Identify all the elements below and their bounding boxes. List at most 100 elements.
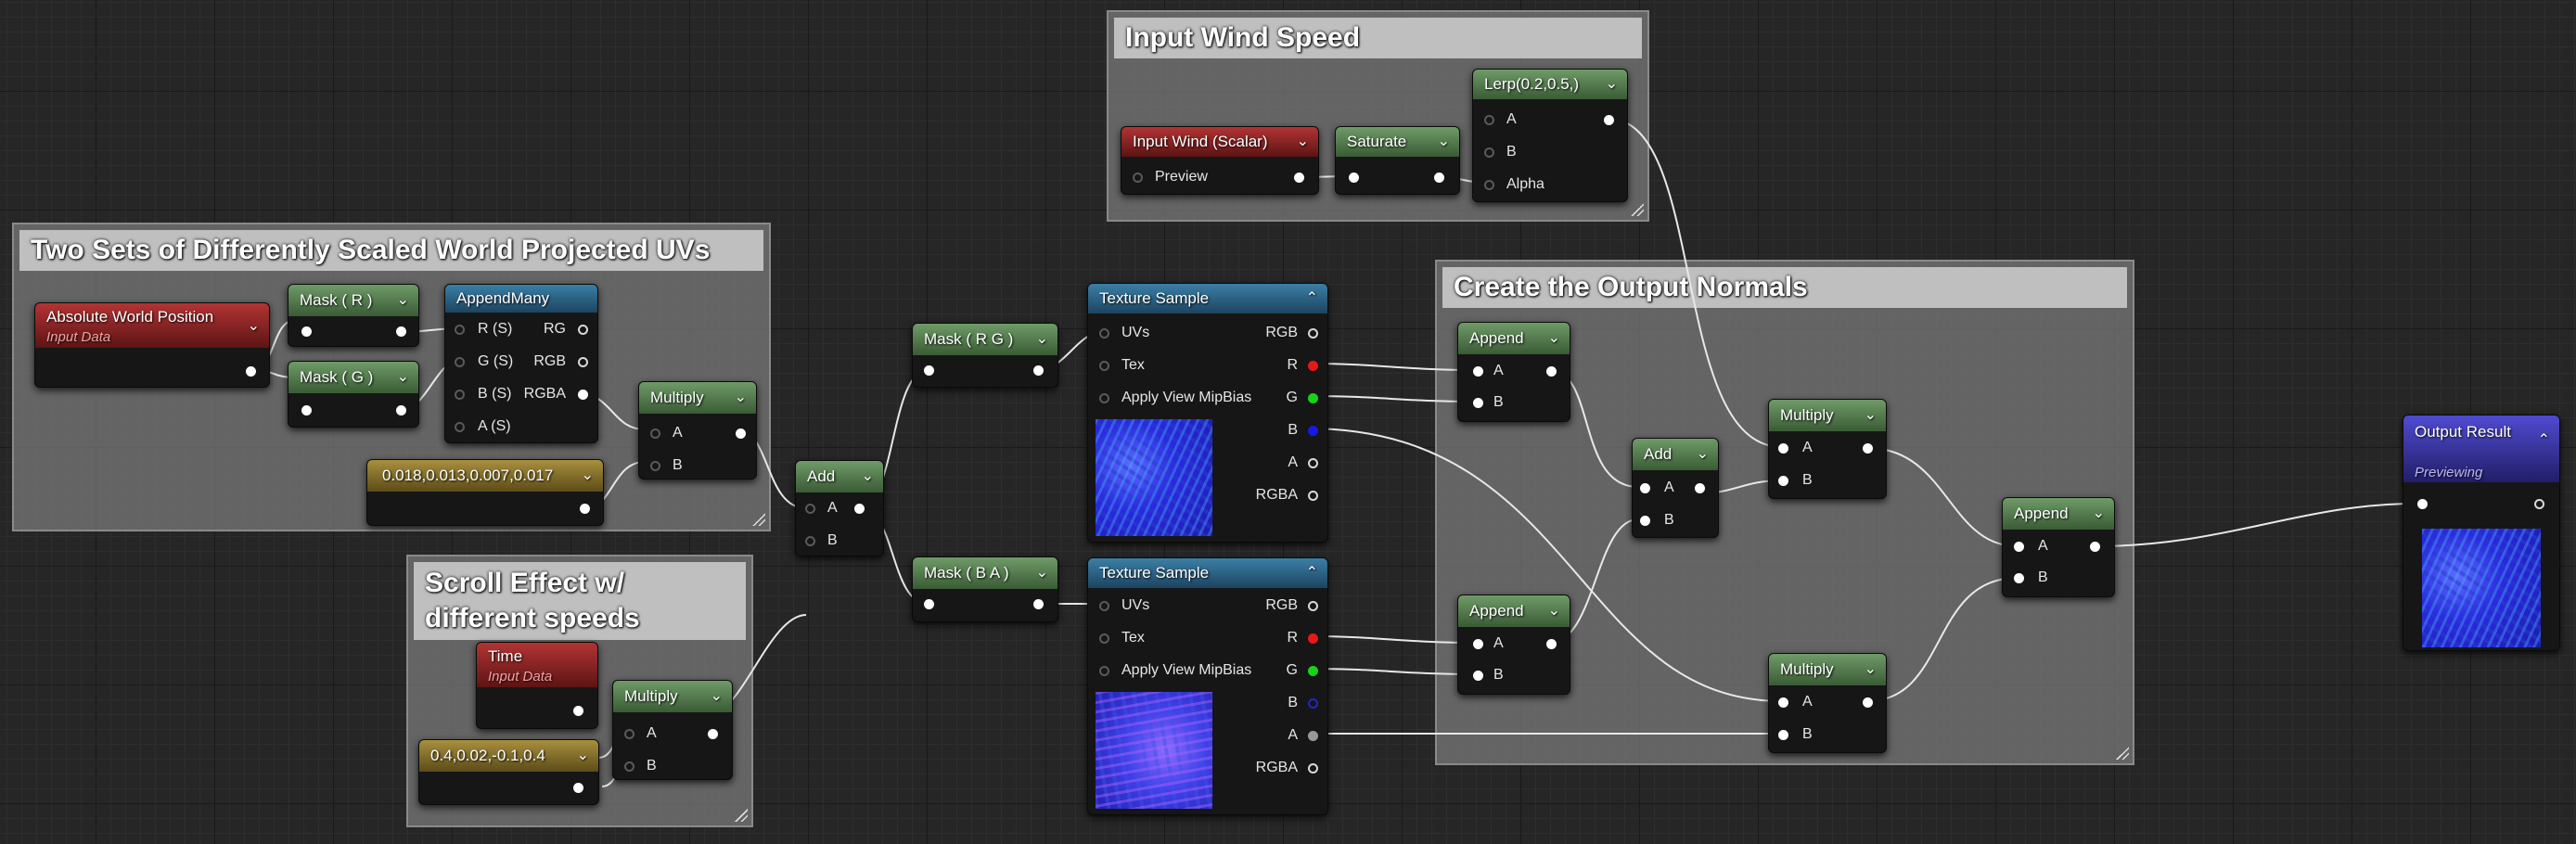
output-pin[interactable] (1695, 483, 1705, 493)
input-pin-b[interactable] (624, 761, 634, 772)
output-pin[interactable] (1294, 173, 1304, 183)
append-node-1[interactable]: Append ⌄ A B (1457, 322, 1570, 422)
chevron-down-icon[interactable]: ⌄ (1697, 439, 1709, 470)
output-pin[interactable] (573, 783, 583, 793)
node-header[interactable]: Mask ( R ) ⌄ (288, 285, 418, 316)
chevron-down-icon[interactable]: ⌄ (1865, 654, 1877, 685)
output-pin[interactable] (396, 326, 406, 337)
chevron-down-icon[interactable]: ⌄ (862, 461, 874, 492)
input-pin-r[interactable] (455, 325, 465, 335)
mask-ba-node[interactable]: Mask ( B A ) ⌄ (912, 556, 1058, 622)
input-pin-mipbias[interactable] (1099, 666, 1109, 676)
chevron-up-icon[interactable]: ⌃ (1306, 558, 1318, 588)
node-header[interactable]: Multiply ⌄ (639, 382, 756, 414)
node-header[interactable]: Saturate ⌄ (1336, 127, 1459, 157)
multiply-uv-node[interactable]: Multiply ⌄ A B (638, 381, 757, 480)
preview-toggle-pin[interactable] (1133, 173, 1143, 183)
input-pin[interactable] (301, 405, 312, 416)
chevron-down-icon[interactable]: ⌄ (1865, 400, 1877, 431)
output-pin-rgba[interactable] (578, 390, 588, 400)
node-header[interactable]: Output Result Previewing ⌃ (2403, 416, 2559, 482)
chevron-down-icon[interactable]: ⌄ (248, 311, 260, 342)
absolute-world-position-node[interactable]: Absolute World Position Input Data ⌄ (34, 302, 270, 388)
input-pin-b[interactable] (1473, 671, 1483, 681)
input-pin-a[interactable] (1484, 115, 1494, 125)
output-pin-b[interactable] (1308, 698, 1318, 709)
node-header[interactable]: Texture Sample ⌃ (1088, 284, 1327, 313)
input-pin-a[interactable] (2014, 542, 2024, 552)
input-pin-a[interactable] (1473, 366, 1483, 377)
constant-speed-node[interactable]: 0.4,0.02,-0.1,0.4 ⌄ (418, 739, 599, 805)
node-header[interactable]: Input Wind (Scalar) ⌄ (1121, 127, 1318, 157)
append-node-2[interactable]: Append ⌄ A B (1457, 595, 1570, 695)
output-pin-a[interactable] (1308, 731, 1318, 741)
output-pin[interactable] (854, 504, 865, 514)
output-pin[interactable] (2534, 499, 2544, 509)
output-pin-rgba[interactable] (1308, 491, 1318, 501)
node-header[interactable]: AppendMany (445, 285, 597, 313)
input-pin-alpha[interactable] (1484, 180, 1494, 190)
input-pin-mipbias[interactable] (1099, 393, 1109, 403)
output-pin[interactable] (1546, 639, 1557, 649)
chevron-down-icon[interactable]: ⌄ (397, 285, 409, 316)
input-wind-scalar-node[interactable]: Input Wind (Scalar) ⌄ Preview (1121, 126, 1319, 195)
output-pin[interactable] (736, 428, 746, 439)
output-pin-rgb[interactable] (1308, 601, 1318, 611)
input-pin-b[interactable] (1484, 147, 1494, 158)
output-pin[interactable] (1434, 173, 1444, 183)
material-graph-canvas[interactable]: Input Wind Speed Two Sets of Differently… (0, 0, 2576, 844)
input-pin[interactable] (1349, 173, 1359, 183)
input-pin-a[interactable] (1778, 697, 1788, 708)
node-header[interactable]: Append ⌄ (1458, 595, 1570, 627)
mask-r-node[interactable]: Mask ( R ) ⌄ (288, 284, 419, 347)
output-pin-rgba[interactable] (1308, 763, 1318, 774)
saturate-node[interactable]: Saturate ⌄ (1335, 126, 1460, 195)
output-pin-g[interactable] (1308, 393, 1318, 403)
output-pin[interactable] (1033, 365, 1044, 376)
node-header[interactable]: 0.018,0.013,0.007,0.017 ⌄ (367, 460, 603, 492)
mask-g-node[interactable]: Mask ( G ) ⌄ (288, 361, 419, 428)
input-pin-a[interactable] (1778, 443, 1788, 454)
lerp-node[interactable]: Lerp(0.2,0.5,) ⌄ A B Alpha (1472, 69, 1628, 202)
output-pin[interactable] (573, 706, 583, 716)
append-output-node[interactable]: Append ⌄ A B (2002, 497, 2115, 597)
texture-sample-node-2[interactable]: Texture Sample ⌃ UVs Tex Apply View MipB… (1087, 557, 1328, 815)
add-normals-node[interactable]: Add ⌄ A B (1632, 438, 1719, 538)
input-pin-b[interactable] (1778, 476, 1788, 486)
output-result-node[interactable]: Output Result Previewing ⌃ (2403, 415, 2560, 651)
output-pin[interactable] (580, 504, 590, 514)
node-header[interactable]: Add ⌄ (796, 461, 883, 492)
input-pin-a[interactable] (1473, 639, 1483, 649)
chevron-down-icon[interactable]: ⌄ (1548, 323, 1560, 354)
node-header[interactable]: Mask ( B A ) ⌄ (913, 557, 1057, 589)
resize-grip-icon[interactable] (735, 809, 748, 822)
node-header[interactable]: Mask ( R G ) ⌄ (913, 324, 1057, 355)
output-pin[interactable] (2090, 542, 2100, 552)
input-pin-a[interactable] (1640, 483, 1650, 493)
input-pin[interactable] (924, 599, 934, 609)
node-header[interactable]: Texture Sample ⌃ (1088, 558, 1327, 588)
input-pin-uvs[interactable] (1099, 328, 1109, 339)
input-pin[interactable] (924, 365, 934, 376)
input-pin-b[interactable] (455, 390, 465, 400)
texture-sample-node-1[interactable]: Texture Sample ⌃ UVs Tex Apply View MipB… (1087, 283, 1328, 543)
output-pin-b[interactable] (1308, 426, 1318, 436)
node-header[interactable]: Add ⌄ (1633, 439, 1718, 470)
multiply-time-node[interactable]: Multiply ⌄ A B (612, 680, 733, 780)
chevron-down-icon[interactable]: ⌄ (577, 740, 589, 772)
output-pin[interactable] (1604, 115, 1614, 125)
output-pin[interactable] (708, 729, 718, 739)
node-header[interactable]: Multiply ⌄ (1769, 654, 1886, 685)
output-pin[interactable] (246, 366, 256, 377)
output-pin-rg[interactable] (578, 325, 588, 335)
node-header[interactable]: Append ⌄ (2003, 498, 2114, 530)
input-pin-uvs[interactable] (1099, 601, 1109, 611)
mask-rg-node[interactable]: Mask ( R G ) ⌄ (912, 323, 1058, 388)
input-pin-tex[interactable] (1099, 361, 1109, 371)
output-pin-a[interactable] (1308, 458, 1318, 468)
output-pin[interactable] (1863, 443, 1873, 454)
resize-grip-icon[interactable] (2116, 747, 2129, 760)
input-pin-b[interactable] (1778, 730, 1788, 740)
chevron-up-icon[interactable]: ⌃ (2538, 425, 2550, 456)
output-pin-g[interactable] (1308, 666, 1318, 676)
